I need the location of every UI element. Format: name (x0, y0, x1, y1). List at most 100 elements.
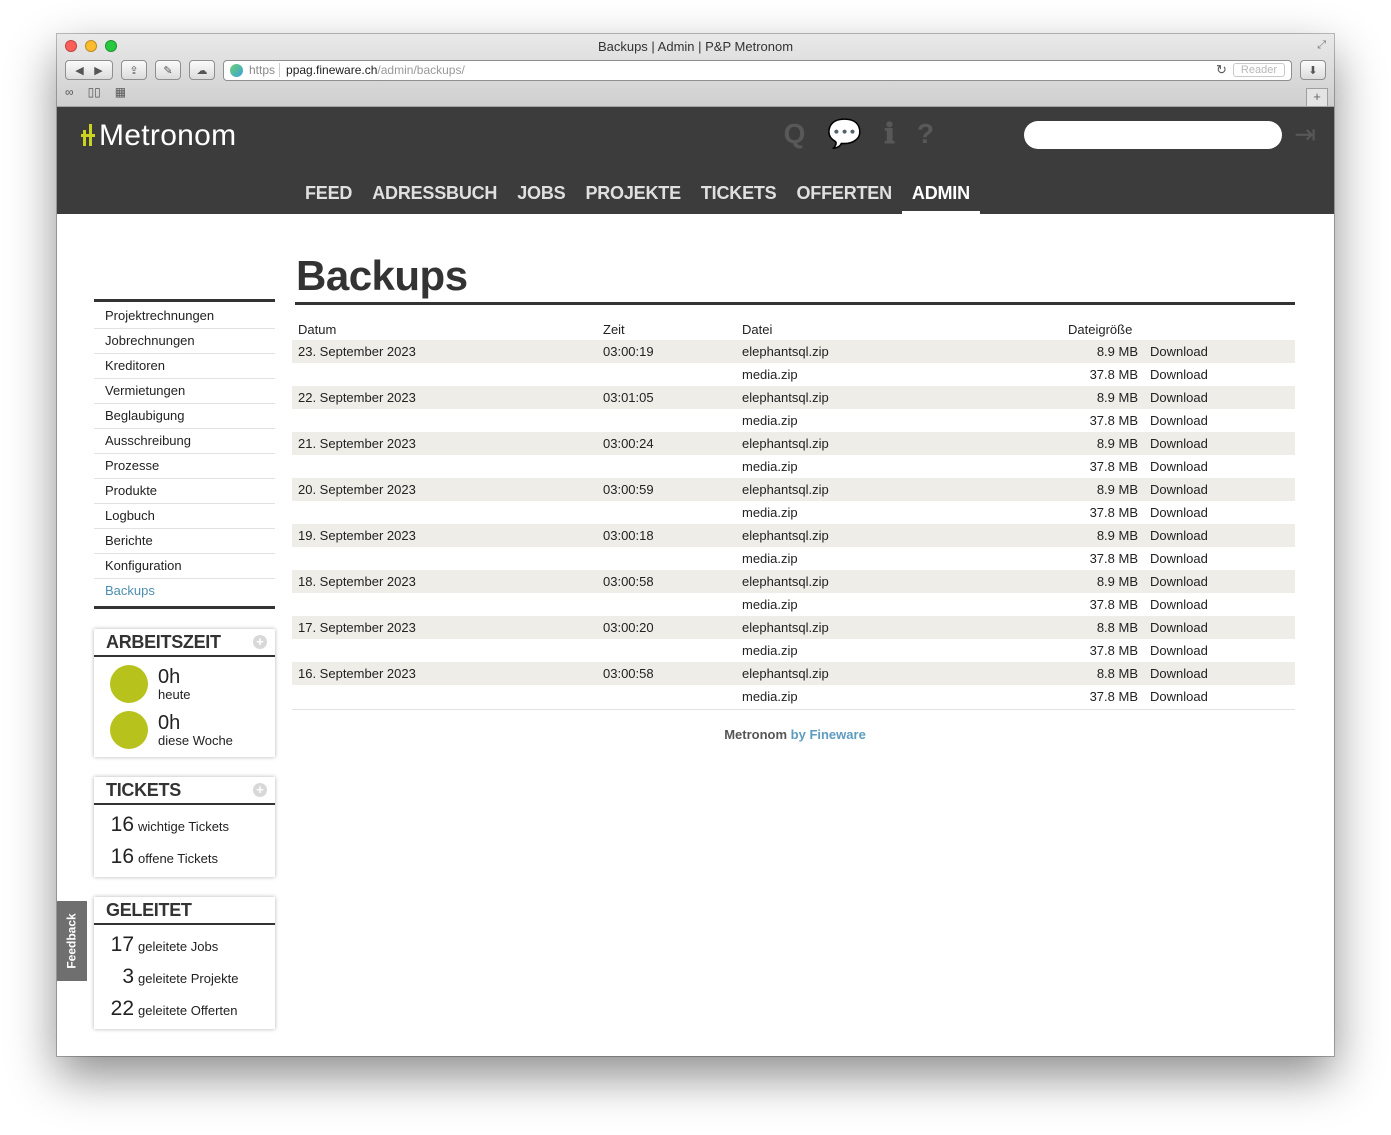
backup-file-name: elephantsql.zip (736, 478, 1062, 501)
work-week-value: 0h (158, 711, 181, 734)
led-projects[interactable]: 3 geleitete Projekte (94, 957, 275, 989)
download-link[interactable]: Download (1144, 501, 1295, 524)
work-week: 0h diese Woche (94, 703, 275, 749)
work-today-value: 0h (158, 665, 181, 688)
download-link[interactable]: Download (1144, 616, 1295, 639)
bookmarks-icon[interactable]: ▯▯ (88, 85, 101, 99)
table-row: media.zip 37.8 MB Download (292, 363, 1295, 386)
backup-time-empty (597, 547, 736, 570)
backup-time: 03:00:19 (597, 340, 736, 363)
backup-date: 21. September 2023 (292, 432, 597, 455)
table-row: 18. September 2023 03:00:58 elephantsql.zi… (292, 570, 1295, 593)
top-sites-icon[interactable]: ▦ (115, 85, 126, 99)
backup-date-empty (292, 639, 597, 662)
table-row: media.zip 37.8 MB Download (292, 547, 1295, 570)
open-tickets-label: offene Tickets (138, 851, 218, 866)
chat-bubbles-icon[interactable]: 💬 (827, 117, 862, 151)
sidebar-item-ausschreibung[interactable]: Ausschreibung (94, 429, 275, 454)
nav-item-admin[interactable]: ADMIN (901, 180, 980, 214)
download-link[interactable]: Download (1144, 363, 1295, 386)
reading-list-icon[interactable]: ∞ (65, 85, 74, 99)
nav-item-projekte[interactable]: PROJEKTE (575, 180, 690, 214)
add-ticket-icon[interactable]: + (253, 783, 267, 797)
download-link[interactable]: Download (1144, 570, 1295, 593)
backup-file-size: 37.8 MB (1089, 551, 1138, 566)
share-button[interactable]: ⇪ (121, 60, 147, 80)
table-row: media.zip 37.8 MB Download (292, 409, 1295, 432)
backup-time: 03:00:18 (597, 524, 736, 547)
nav-item-offerten[interactable]: OFFERTEN (787, 180, 902, 214)
footer-by-link[interactable]: by Fineware (791, 727, 866, 742)
download-link[interactable]: Download (1144, 639, 1295, 662)
backup-file-name: media.zip (742, 413, 798, 428)
sidebar-item-projektrechnungen[interactable]: Projektrechnungen (94, 304, 275, 329)
download-link[interactable]: Download (1144, 386, 1295, 409)
backup-time: 03:01:05 (597, 386, 736, 409)
open-tickets[interactable]: 16 offene Tickets (94, 837, 275, 869)
led-offers[interactable]: 22 geleitete Offerten (94, 989, 275, 1021)
app-logo[interactable]: Metronom (81, 119, 236, 153)
browser-window: Backups | Admin | P&P Metronom ⤢ ◀ ▶ ⇪ ✎… (57, 34, 1334, 1056)
sidebar-item-berichte[interactable]: Berichte (94, 529, 275, 554)
metronom-logo-icon (81, 124, 95, 148)
share-icon: ⇪ (129, 64, 139, 77)
nav-item-adressbuch[interactable]: ADRESSBUCH (362, 180, 507, 214)
fullscreen-icon[interactable]: ⤢ (1317, 39, 1326, 52)
nav-item-feed[interactable]: FEED (295, 180, 362, 214)
new-tab-button[interactable]: + (1306, 88, 1328, 106)
download-link[interactable]: Download (1144, 455, 1295, 478)
quick-search-icon[interactable]: Q (784, 117, 806, 151)
backup-file-size: 37.8 MB (1089, 413, 1138, 428)
sidebar-item-produkte[interactable]: Produkte (94, 479, 275, 504)
add-time-icon[interactable]: + (253, 635, 267, 649)
download-link[interactable]: Download (1144, 409, 1295, 432)
feedback-label: Feedback (65, 913, 80, 969)
download-link[interactable]: Download (1144, 547, 1295, 570)
table-row: media.zip 37.8 MB Download (292, 501, 1295, 524)
backup-date: 16. September 2023 (292, 662, 597, 685)
geleitet-widget: GELEITET 17 geleitete Jobs 3 geleitete P… (94, 897, 275, 1029)
forward-arrow-icon[interactable]: ▶ (94, 64, 102, 77)
nav-item-jobs[interactable]: JOBS (507, 180, 575, 214)
header-search-input[interactable] (1024, 121, 1282, 149)
sidebar-item-kreditoren[interactable]: Kreditoren (94, 354, 275, 379)
download-link[interactable]: Download (1144, 432, 1295, 455)
sidebar-item-prozesse[interactable]: Prozesse (94, 454, 275, 479)
sidebar-item-vermietungen[interactable]: Vermietungen (94, 379, 275, 404)
help-icon[interactable]: ? (917, 117, 934, 151)
download-link[interactable]: Download (1144, 524, 1295, 547)
download-link[interactable]: Download (1144, 478, 1295, 501)
downloads-button[interactable]: ⬇ (1300, 60, 1326, 80)
backup-file-name: elephantsql.zip (736, 616, 1062, 639)
sidebar-item-logbuch[interactable]: Logbuch (94, 504, 275, 529)
header-icons: Q 💬 ℹ ? (784, 117, 934, 151)
sidebar-item-jobrechnungen[interactable]: Jobrechnungen (94, 329, 275, 354)
reader-button[interactable]: Reader (1232, 63, 1285, 77)
back-forward-buttons[interactable]: ◀ ▶ (65, 60, 113, 80)
important-tickets[interactable]: 16 wichtige Tickets (94, 805, 275, 837)
tools-button[interactable]: ✎ (155, 60, 181, 80)
sidebar-item-konfiguration[interactable]: Konfiguration (94, 554, 275, 579)
backup-file-size: 8.9 MB (1062, 570, 1144, 593)
back-arrow-icon[interactable]: ◀ (75, 64, 83, 77)
download-link[interactable]: Download (1144, 685, 1295, 708)
sidebar-item-beglaubigung[interactable]: Beglaubigung (94, 404, 275, 429)
feedback-tab[interactable]: Feedback (57, 901, 87, 981)
reload-icon[interactable]: ↻ (1216, 62, 1227, 78)
backup-file-size: 8.8 MB (1062, 616, 1144, 639)
site-globe-icon (230, 63, 243, 77)
address-bar[interactable]: https ppag.fineware.ch /admin/backups/ ↻… (223, 59, 1292, 81)
led-jobs[interactable]: 17 geleitete Jobs (94, 925, 275, 957)
sidebar: Projektrechnungen Jobrechnungen Kreditoren… (94, 299, 275, 1029)
download-link[interactable]: Download (1144, 662, 1295, 685)
nav-item-tickets[interactable]: TICKETS (691, 180, 787, 214)
sidebar-item-backups[interactable]: Backups (94, 579, 275, 604)
info-icon[interactable]: ℹ (884, 117, 895, 151)
icloud-button[interactable]: ☁ (189, 60, 215, 80)
download-link[interactable]: Download (1144, 593, 1295, 616)
backup-file-size: 37.8 MB (1089, 367, 1138, 382)
download-link[interactable]: Download (1144, 340, 1295, 363)
backup-file-size: 8.9 MB (1062, 340, 1144, 363)
logout-icon[interactable]: ⇥ (1294, 119, 1316, 150)
col-header-action (1144, 319, 1295, 340)
